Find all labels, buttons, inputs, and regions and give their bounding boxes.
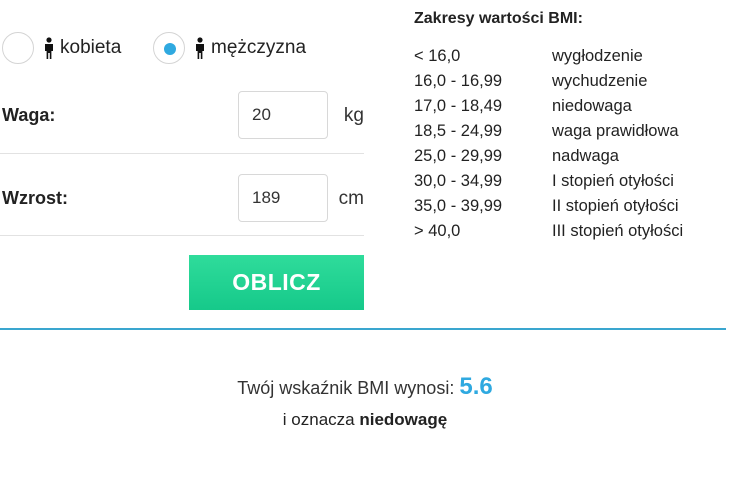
height-label: Wzrost: [2,188,68,208]
result-line: Twój wskaźnik BMI wynosi: 5.6 [0,370,730,404]
gender-option-male[interactable]: mężczyzna [153,30,306,66]
weight-label: Waga: [2,105,56,125]
person-icon [45,37,53,59]
weight-input[interactable] [238,91,328,139]
range-value: 17,0 - 18,49 [414,97,503,115]
height-input[interactable] [238,174,328,222]
female-radio[interactable] [2,32,34,64]
male-radio[interactable] [153,32,185,64]
range-row: 25,0 - 29,99 nadwaga [414,144,724,169]
ranges-title: Zakresy wartości BMI: [414,10,583,27]
divider [0,235,364,236]
range-name: II stopień otyłości [552,197,679,215]
result-meaning-prefix: i oznacza [282,410,355,429]
range-name: III stopień otyłości [552,222,684,240]
range-row: < 16,0 wygłodzenie [414,44,724,69]
bmi-value: 5.6 [459,373,493,400]
result-category: niedowagę [359,410,448,429]
range-value: > 40,0 [414,222,461,240]
range-value: 30,0 - 34,99 [414,172,503,190]
range-row: 18,5 - 24,99 waga prawidłowa [414,119,724,144]
weight-unit: kg [343,105,364,126]
gender-selector: kobieta mężczyzna [0,30,364,66]
range-name: niedowaga [552,97,632,115]
range-row: 16,0 - 16,99 wychudzenie [414,69,724,94]
height-unit: cm [338,188,364,209]
range-value: 16,0 - 16,99 [414,72,503,90]
range-name: nadwaga [552,147,619,165]
female-label: kobieta [60,37,122,58]
bmi-ranges-table: Zakresy wartości BMI: < 16,0 wygłodzenie… [414,10,724,244]
range-value: < 16,0 [414,47,461,65]
range-name: wychudzenie [552,72,648,90]
gender-option-female[interactable]: kobieta [2,30,121,66]
range-value: 18,5 - 24,99 [414,122,503,140]
height-row: Wzrost: cm [0,174,364,224]
range-name: waga prawidłowa [552,122,679,140]
range-row: 35,0 - 39,99 II stopień otyłości [414,194,724,219]
person-icon [196,37,204,59]
section-divider [0,328,726,330]
range-value: 35,0 - 39,99 [414,197,503,215]
result-meaning-line: i oznacza niedowagę [0,410,730,430]
range-value: 25,0 - 29,99 [414,147,503,165]
range-row: > 40,0 III stopień otyłości [414,219,724,244]
calculate-button[interactable]: OBLICZ [189,255,364,310]
weight-row: Waga: kg [0,91,364,141]
result-prefix: Twój wskaźnik BMI wynosi: [237,378,455,398]
male-label: mężczyzna [211,37,307,58]
range-row: 30,0 - 34,99 I stopień otyłości [414,169,724,194]
divider [0,153,364,154]
bmi-result: Twój wskaźnik BMI wynosi: 5.6 i oznacza … [0,370,730,430]
range-name: wygłodzenie [552,47,643,65]
range-row: 17,0 - 18,49 niedowaga [414,94,724,119]
range-name: I stopień otyłości [552,172,674,190]
